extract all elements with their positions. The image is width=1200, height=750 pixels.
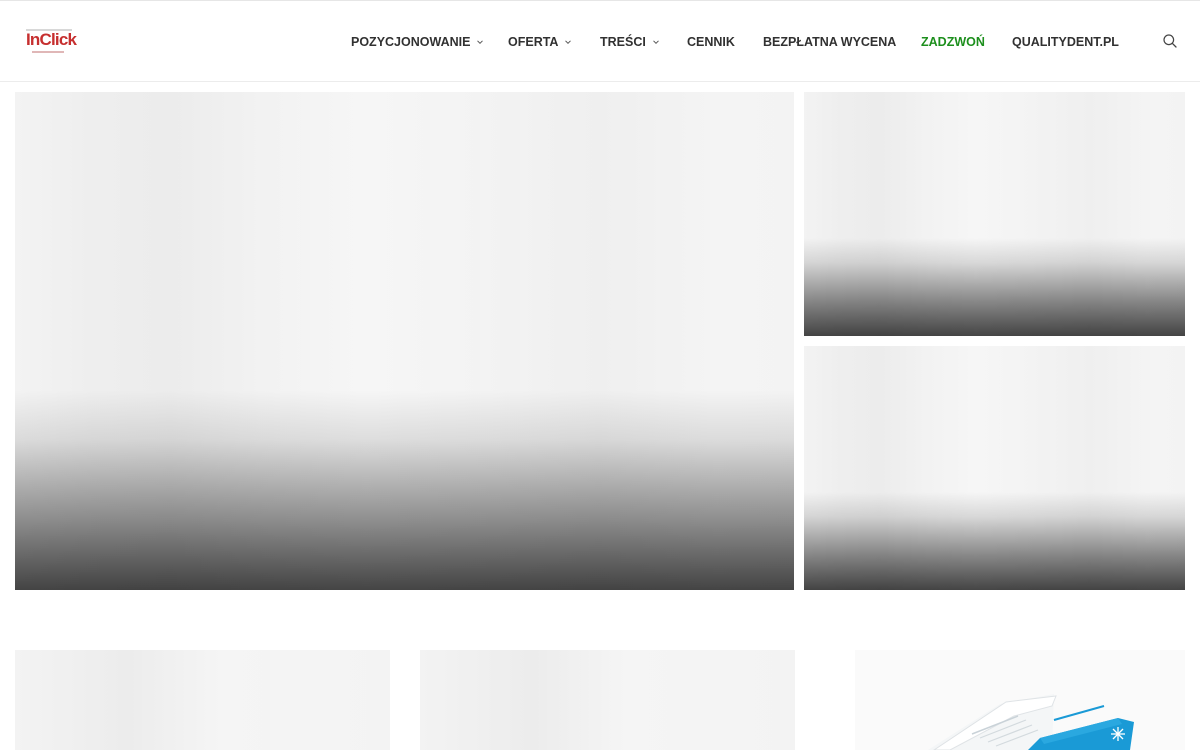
image-overlay-gradient (15, 390, 794, 590)
nav-item-label: ZADZWOŃ (921, 35, 985, 49)
nav-item-label: QUALITYDENT.PL (1012, 35, 1119, 49)
nav-item-label: POZYCJONOWANIE (351, 35, 471, 49)
featured-post-main[interactable] (15, 92, 794, 590)
featured-post-side-top[interactable] (804, 92, 1185, 336)
chevron-down-icon (651, 37, 661, 47)
post-card-1[interactable] (15, 650, 390, 750)
post-card-3[interactable] (800, 650, 1190, 750)
main-navigation: POZYCJONOWANIE OFERTA TREŚCI CENNIK BEZP… (0, 1, 1200, 82)
nav-item-label: TREŚCI (600, 35, 646, 49)
nav-item-pozycjonowanie[interactable]: POZYCJONOWANIE (351, 34, 485, 50)
image-overlay-gradient (804, 492, 1185, 590)
nav-item-label: BEZPŁATNA WYCENA (763, 35, 897, 49)
search-icon[interactable] (1162, 33, 1178, 49)
nav-item-zadzwon[interactable]: ZADZWOŃ (921, 34, 985, 50)
image-overlay-gradient (804, 238, 1185, 336)
nav-item-oferta[interactable]: OFERTA (508, 34, 573, 50)
post-card-2[interactable] (420, 650, 795, 750)
nav-item-label: OFERTA (508, 35, 559, 49)
image-placeholder (15, 650, 390, 750)
nav-item-bezplatna-wycena[interactable]: BEZPŁATNA WYCENA (763, 34, 896, 50)
chevron-down-icon (475, 37, 485, 47)
nav-item-tresci[interactable]: TREŚCI (600, 34, 661, 50)
nav-item-cennik[interactable]: CENNIK (687, 34, 735, 50)
featured-post-side-bottom[interactable] (804, 346, 1185, 590)
chevron-down-icon (563, 37, 573, 47)
image-placeholder (420, 650, 795, 750)
nav-item-label: CENNIK (687, 35, 735, 49)
site-header: InClick POZYCJONOWANIE OFERTA TREŚCI CEN… (0, 1, 1200, 82)
nav-item-qualitydent[interactable]: QUALITYDENT.PL (1012, 34, 1119, 50)
document-illustration (855, 650, 1185, 750)
